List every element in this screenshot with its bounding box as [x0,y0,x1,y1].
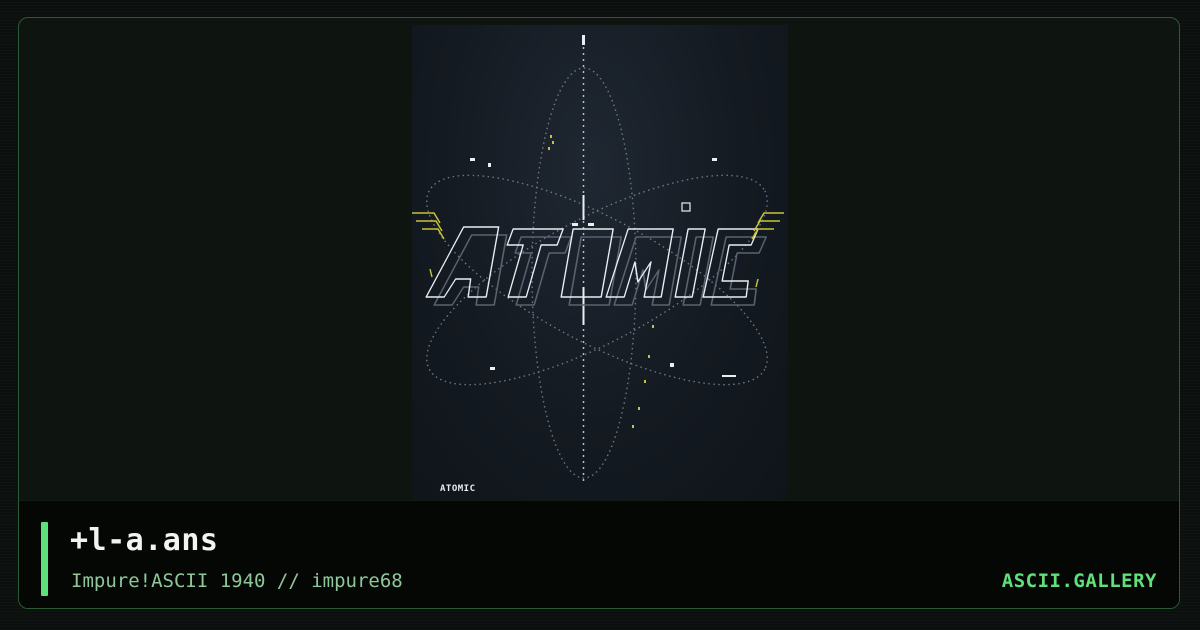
caption-bar: +l-a.ans Impure!ASCII 1940 // impure68 A… [19,500,1179,608]
central-axis [582,35,585,485]
wing-left [412,212,445,278]
electron-markers [470,158,736,377]
ascii-artwork: ATOMIC [412,25,788,502]
site-brand: ASCII.GALLERY [1001,570,1157,592]
art-tag-label: ATOMIC [440,484,476,494]
ascii-art-canvas [412,35,784,485]
preview-card: ATOMIC +l-a.ans Impure!ASCII 1940 // imp… [18,17,1180,609]
atomic-logo [425,226,767,306]
wing-right [751,212,784,288]
accent-bar [41,522,48,596]
artwork-filename: +l-a.ans [70,523,219,558]
artwork-credits: Impure!ASCII 1940 // impure68 [71,570,403,592]
orbit-vertical [531,67,637,479]
